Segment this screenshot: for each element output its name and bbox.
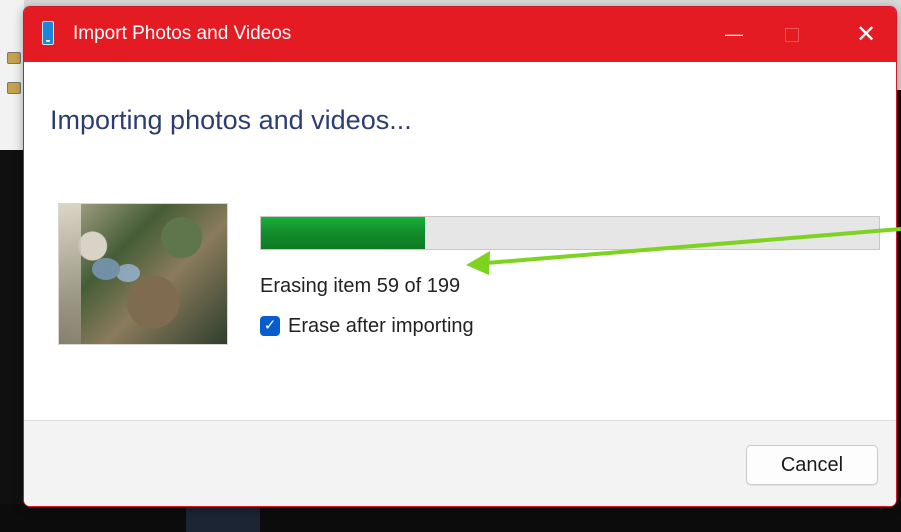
checkbox-checked-icon[interactable]: ✓ <box>260 316 280 336</box>
phone-icon <box>42 21 54 45</box>
photo-thumbnail <box>58 203 228 345</box>
dialog-content: Importing photos and videos... Erasing i… <box>24 62 896 420</box>
import-dialog-window: Import Photos and Videos — ✕ Importing p… <box>23 6 897 507</box>
import-progress-bar <box>260 216 880 250</box>
close-icon: ✕ <box>855 20 877 48</box>
dialog-heading: Importing photos and videos... <box>50 105 412 135</box>
background-dark-left <box>0 150 24 532</box>
dialog-footer: Cancel <box>24 420 896 506</box>
background-bottom-dark <box>0 504 901 532</box>
erase-after-importing-option[interactable]: ✓ Erase after importing <box>260 314 474 338</box>
progress-status-text: Erasing item 59 of 199 <box>260 275 461 297</box>
progress-fill <box>261 217 425 249</box>
cancel-button[interactable]: Cancel <box>746 445 878 485</box>
minimize-icon: — <box>725 24 743 44</box>
minimize-button[interactable]: — <box>712 7 756 62</box>
window-title: Import Photos and Videos <box>73 23 292 44</box>
background-chip <box>7 82 21 94</box>
maximize-button[interactable] <box>770 7 814 62</box>
maximize-icon <box>785 27 799 42</box>
background-chip <box>7 52 21 64</box>
erase-after-importing-label: Erase after importing <box>288 315 474 337</box>
close-button[interactable]: ✕ <box>844 7 888 62</box>
background-speck <box>186 506 260 532</box>
title-bar[interactable]: Import Photos and Videos — ✕ <box>24 7 896 62</box>
